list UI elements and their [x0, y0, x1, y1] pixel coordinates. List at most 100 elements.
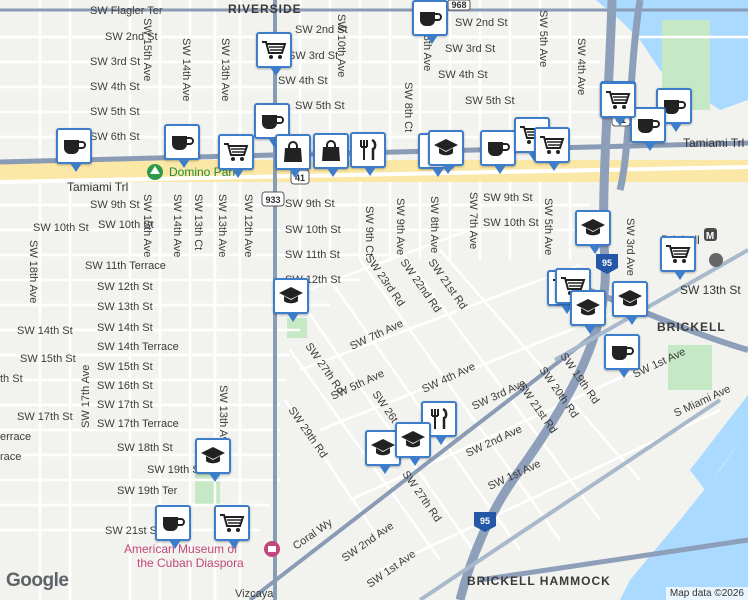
grocery-cart-icon [539, 134, 565, 156]
svg-text:SW 7th Ave: SW 7th Ave [467, 192, 479, 249]
svg-text:SW 17th Terrace: SW 17th Terrace [97, 418, 179, 430]
neighborhood-label: BRICKELL HAMMOCK [467, 574, 611, 588]
cafe-marker[interactable] [164, 124, 200, 168]
svg-text:SW 2nd St: SW 2nd St [455, 17, 508, 29]
neighborhood-label: RIVERSIDE [228, 2, 302, 16]
shopping-bag-marker[interactable] [275, 134, 311, 178]
svg-text:Tamiami Trl: Tamiami Trl [683, 136, 744, 150]
svg-text:SW 14th St: SW 14th St [97, 322, 153, 334]
cafe-marker[interactable] [56, 128, 92, 172]
svg-text:SW 13th Ave: SW 13th Ave [219, 38, 231, 101]
restaurant-icon [355, 139, 381, 161]
svg-text:SW 1st Ave: SW 1st Ave [365, 548, 418, 590]
cafe-icon [160, 512, 186, 534]
school-icon [200, 445, 226, 467]
shield-933: 933 [261, 191, 285, 207]
svg-text:Tamiami Trl: Tamiami Trl [67, 180, 128, 194]
school-icon [433, 137, 459, 159]
svg-text:SW 18th St: SW 18th St [117, 442, 173, 454]
shopping-bag-icon [280, 141, 306, 163]
svg-text:SW 14th St: SW 14th St [17, 325, 73, 337]
grocery-cart-icon [261, 39, 287, 61]
google-logo: Google [6, 570, 69, 591]
school-icon [617, 288, 643, 310]
school-icon [278, 285, 304, 307]
svg-text:SW 14th Ave: SW 14th Ave [171, 194, 183, 257]
school-marker[interactable] [612, 281, 648, 325]
cafe-marker[interactable] [155, 505, 191, 549]
cafe-icon [169, 131, 195, 153]
grocery-cart-icon [223, 141, 249, 163]
school-icon [580, 217, 606, 239]
grocery-cart-marker[interactable] [660, 236, 696, 280]
svg-text:SW 8th Ave: SW 8th Ave [428, 196, 440, 253]
svg-text:SW 17th St: SW 17th St [17, 411, 73, 423]
svg-text:SW 9th St: SW 9th St [90, 199, 140, 211]
svg-text:SW 5th St: SW 5th St [90, 106, 140, 118]
svg-text:SW 15th St: SW 15th St [97, 361, 153, 373]
school-marker[interactable] [395, 422, 431, 466]
restaurant-marker[interactable] [350, 132, 386, 176]
svg-text:SW 4th Ave: SW 4th Ave [420, 361, 477, 396]
svg-text:Vizcaya: Vizcaya [235, 588, 274, 600]
school-marker[interactable] [570, 290, 606, 334]
svg-text:SW 11th St: SW 11th St [285, 249, 340, 261]
svg-text:SW 5th Ave: SW 5th Ave [542, 198, 554, 255]
svg-text:95: 95 [480, 516, 490, 526]
cafe-icon [417, 7, 443, 29]
svg-text:errace: errace [0, 431, 31, 443]
shield-968: 968 [447, 0, 471, 11]
cafe-icon [635, 114, 661, 136]
svg-text:SW 4th St: SW 4th St [90, 81, 140, 93]
grocery-cart-marker[interactable] [600, 82, 636, 126]
school-marker[interactable] [428, 130, 464, 174]
transit-icons: M [704, 228, 723, 267]
cafe-marker[interactable] [412, 0, 448, 44]
svg-text:SW 21st St: SW 21st St [105, 525, 160, 537]
grocery-cart-marker[interactable] [218, 134, 254, 178]
cafe-icon [485, 137, 511, 159]
school-icon [370, 437, 396, 459]
svg-text:SW 10th St: SW 10th St [483, 217, 539, 229]
museum-poi[interactable]: American Museum of the Cuban Diaspora [124, 541, 280, 570]
svg-text:SW 9th Ave: SW 9th Ave [394, 198, 406, 255]
svg-text:M: M [706, 231, 714, 242]
cafe-icon [609, 341, 635, 363]
svg-text:SW 17th St: SW 17th St [97, 399, 153, 411]
school-icon [400, 429, 426, 451]
svg-text:SW 15th Ave: SW 15th Ave [141, 194, 153, 257]
svg-text:American Museum of: American Museum of [124, 542, 238, 556]
grocery-cart-marker[interactable] [534, 127, 570, 171]
school-marker[interactable] [195, 438, 231, 482]
svg-text:SW Flagler Ter: SW Flagler Ter [90, 5, 163, 17]
svg-text:SW 4th St: SW 4th St [438, 69, 488, 81]
svg-text:SW 14th Ave: SW 14th Ave [180, 38, 192, 101]
svg-text:SW 13th Ave: SW 13th Ave [216, 194, 228, 257]
svg-text:SW 17th Ave: SW 17th Ave [80, 365, 92, 428]
svg-text:SW 27th Rd: SW 27th Rd [303, 341, 347, 396]
cafe-marker[interactable] [480, 130, 516, 174]
svg-text:968: 968 [451, 0, 466, 10]
svg-text:SW 12th Ave: SW 12th Ave [242, 194, 254, 257]
grocery-cart-marker[interactable] [214, 505, 250, 549]
svg-text:95: 95 [602, 258, 612, 268]
svg-text:SW 12th St: SW 12th St [97, 281, 153, 293]
svg-text:SW 6th St: SW 6th St [90, 131, 140, 143]
svg-text:SW 13th St: SW 13th St [680, 283, 741, 297]
cafe-icon [61, 135, 87, 157]
svg-text:SW 5th St: SW 5th St [465, 95, 515, 107]
cafe-icon [259, 110, 285, 132]
svg-text:SW 10th Ave: SW 10th Ave [335, 14, 347, 77]
map-attribution[interactable]: Map data ©2026 [665, 587, 748, 600]
svg-text:SW 13th St: SW 13th St [97, 301, 153, 313]
svg-text:SW 1st Ave: SW 1st Ave [486, 458, 542, 493]
school-marker[interactable] [575, 210, 611, 254]
svg-text:SW 16th St: SW 16th St [97, 380, 153, 392]
school-icon [575, 297, 601, 319]
grocery-cart-icon [665, 243, 691, 265]
cafe-marker[interactable] [604, 334, 640, 378]
svg-text:SW 9th St: SW 9th St [483, 192, 533, 204]
school-marker[interactable] [273, 278, 309, 322]
grocery-cart-marker[interactable] [256, 32, 292, 76]
shopping-bag-marker[interactable] [313, 133, 349, 177]
